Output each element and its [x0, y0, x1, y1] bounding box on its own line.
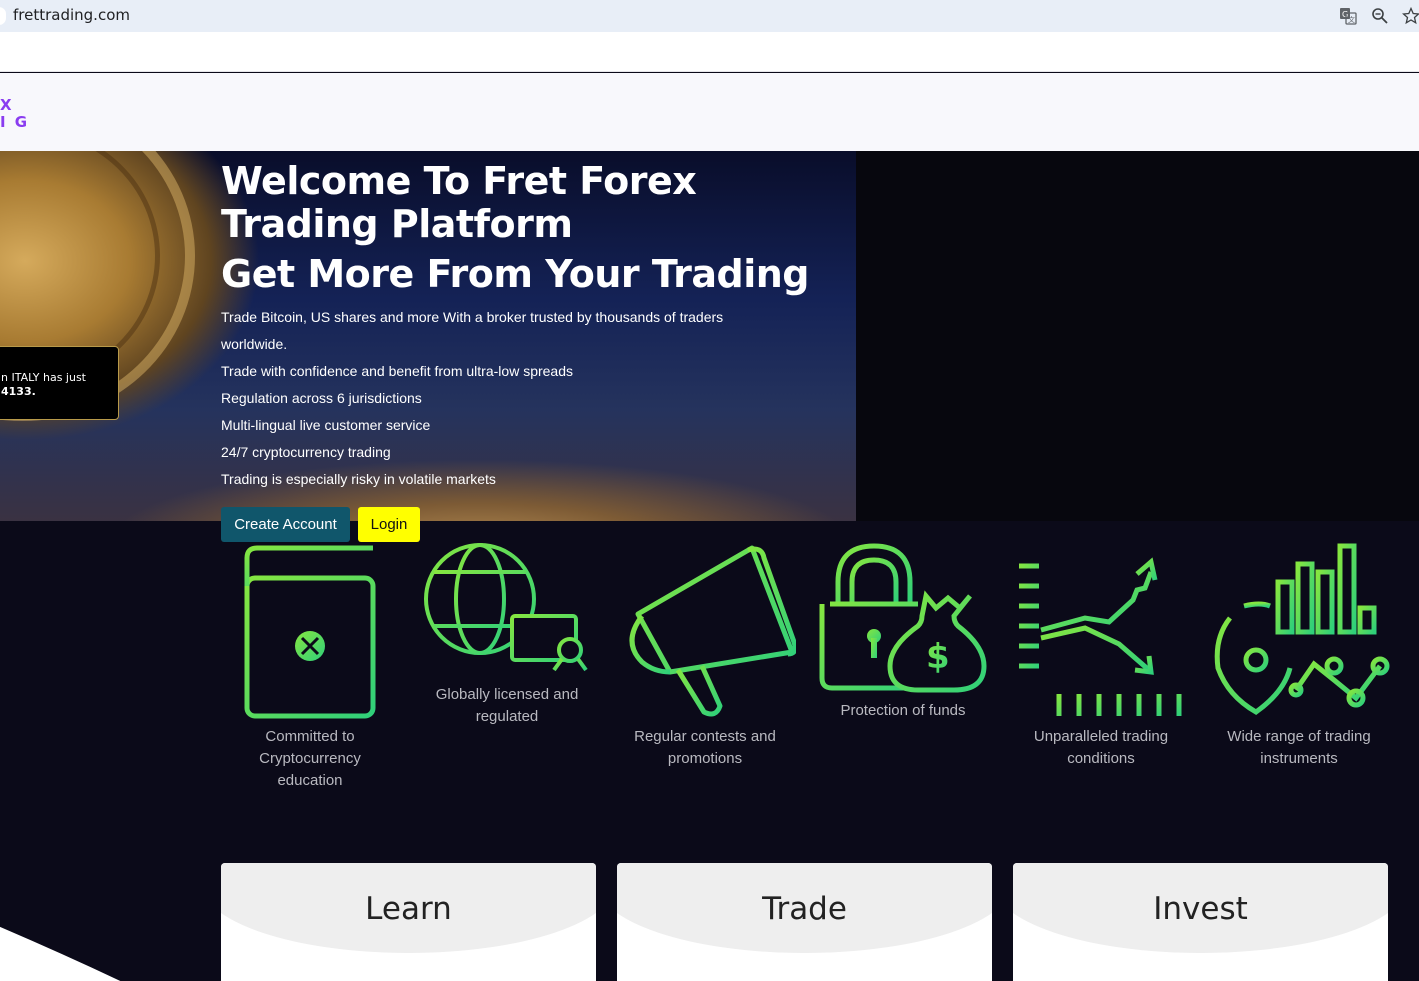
card-learn[interactable]: Learn — [221, 863, 596, 981]
card-title: Invest — [1153, 891, 1248, 927]
feature-label: Protection of funds — [840, 702, 966, 719]
feature-label: Regular contests and promotions — [634, 728, 776, 767]
activity-notification-toast: n ITALY has just 4133. — [0, 346, 119, 420]
feature-label: Wide range of trading instruments — [1227, 728, 1371, 767]
toast-line-1: n ITALY has just — [1, 371, 86, 384]
browser-bar-strip — [0, 32, 1419, 72]
card-title: Trade — [762, 891, 847, 927]
page: frettrading.com G文 X I G Welcome To Fret… — [0, 0, 1419, 981]
decorative-swoosh — [0, 926, 121, 981]
hero-point: Trade Bitcoin, US shares and more With a… — [221, 309, 724, 352]
book-icon — [244, 545, 376, 719]
bookmark-star-icon[interactable] — [1400, 5, 1419, 27]
site-info-icon[interactable] — [0, 7, 6, 25]
site-header — [0, 73, 1419, 151]
feature-label: Globally licensed and regulated — [435, 686, 579, 725]
bar-chart-network-icon — [1214, 543, 1390, 715]
svg-text:文: 文 — [1348, 15, 1355, 24]
hero-dark-panel — [856, 151, 1419, 521]
url-text[interactable]: frettrading.com — [13, 6, 130, 24]
globe-certificate-icon — [424, 543, 588, 672]
lock-money-bag-icon: $ — [819, 543, 987, 693]
hero-subtitle: Get More From Your Trading — [221, 252, 810, 296]
card-title: Learn — [365, 891, 452, 927]
feature-label: Committed to Cryptocurrency education — [259, 728, 361, 789]
megaphone-icon — [629, 545, 796, 717]
card-trade[interactable]: Trade — [617, 863, 992, 981]
svg-text:$: $ — [926, 637, 950, 677]
card-invest[interactable]: Invest — [1013, 863, 1388, 981]
site-logo[interactable]: X I G — [0, 97, 29, 131]
toast-line-2: 4133. — [1, 385, 36, 398]
hero-point: Trading is especially risky in volatile … — [221, 471, 496, 487]
zoom-icon[interactable] — [1369, 5, 1391, 27]
hero-title: Welcome To Fret Forex Trading Platform — [221, 159, 697, 246]
translate-icon[interactable]: G文 — [1337, 5, 1359, 27]
hero-point: 24/7 cryptocurrency trading — [221, 444, 391, 460]
feature-label: Unparalleled trading conditions — [1033, 728, 1169, 767]
hero-point: Multi-lingual live customer service — [221, 417, 431, 433]
login-button[interactable]: Login — [358, 507, 420, 542]
hero-point: Regulation across 6 jurisdictions — [221, 390, 422, 406]
hero-point: Trade with confidence and benefit from u… — [221, 363, 573, 379]
logo-line-2: I G — [0, 113, 30, 131]
trend-chart-icon — [1019, 546, 1187, 716]
hero-points: Trade Bitcoin, US shares and more With a… — [221, 304, 761, 493]
create-account-button[interactable]: Create Account — [221, 507, 350, 542]
address-bar[interactable]: frettrading.com G文 — [0, 0, 1419, 32]
logo-line-1: X — [0, 96, 14, 114]
